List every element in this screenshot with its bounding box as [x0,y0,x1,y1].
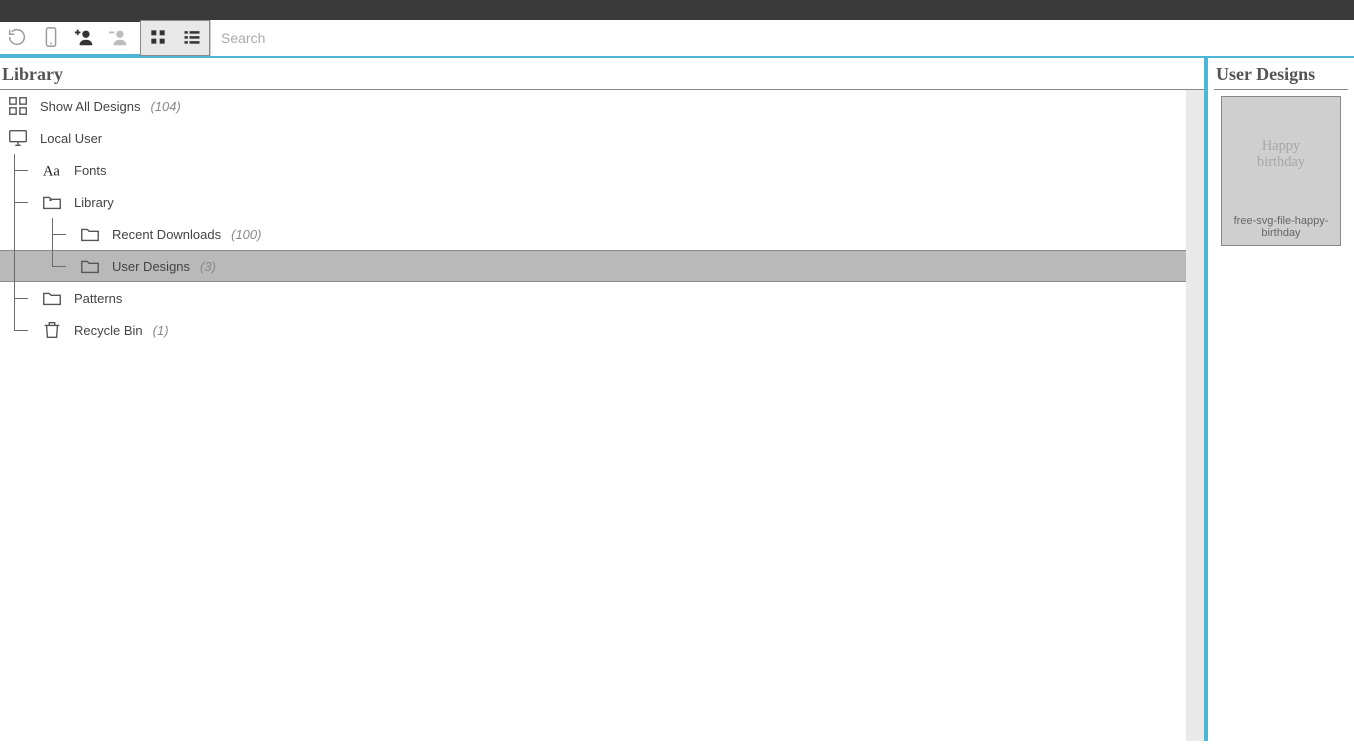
library-panel: Library Show All Designs (104) Local Use… [0,58,1208,741]
folder-open-icon [38,191,66,213]
tree-label: Show All Designs [40,99,140,114]
tree-recent-downloads[interactable]: Recent Downloads (100) [0,218,1204,250]
mobile-icon [40,26,62,51]
show-all-icon [4,95,32,117]
tree-label: Patterns [74,291,122,306]
tree-fonts[interactable]: Aa Fonts [0,154,1204,186]
tree-patterns[interactable]: Patterns [0,282,1204,314]
library-title: Library [0,58,1204,90]
tree-recycle-bin[interactable]: Recycle Bin (1) [0,314,1204,346]
svg-text:Aa: Aa [43,164,61,180]
scrollbar[interactable] [1186,90,1204,741]
trash-icon [38,319,66,341]
search-container [210,20,1354,56]
font-icon: Aa [38,159,66,181]
thumbnail-preview: Happy birthday [1222,97,1340,212]
folder-icon [76,255,104,277]
tree-label: Recent Downloads [112,227,221,242]
refresh-icon [6,26,28,51]
tree-library-folder[interactable]: Library [0,186,1204,218]
designs-title: User Designs [1214,58,1348,90]
computer-icon [4,127,32,149]
tree-count: (104) [150,99,180,114]
add-user-button[interactable] [68,20,102,56]
main-split: Library Show All Designs (104) Local Use… [0,58,1354,741]
tree-count: (3) [200,259,216,274]
library-tree: Show All Designs (104) Local User Aa Fon… [0,90,1204,741]
refresh-button[interactable] [0,20,34,56]
thumbnail-caption: free-svg-file-happy-birthday [1222,212,1340,245]
tree-label: User Designs [112,259,190,274]
folder-icon [76,223,104,245]
tree-label: Recycle Bin [74,323,143,338]
designs-panel: User Designs Happy birthday free-svg-fil… [1204,58,1354,741]
tree-label: Fonts [74,163,107,178]
remove-user-button[interactable] [102,20,136,56]
grid-view-button[interactable] [141,21,175,55]
svg-text:birthday: birthday [1257,154,1306,170]
svg-text:Happy: Happy [1262,138,1301,154]
tree-label: Local User [40,131,102,146]
add-user-icon [74,26,96,51]
folder-icon [38,287,66,309]
device-button[interactable] [34,20,68,56]
remove-user-icon [108,26,130,51]
list-icon [182,27,202,50]
grid-icon [148,27,168,50]
toolbar [0,22,1354,58]
tree-count: (1) [153,323,169,338]
app-titlebar [0,0,1354,22]
tree-local-user[interactable]: Local User [0,122,1204,154]
design-thumbnail[interactable]: Happy birthday free-svg-file-happy-birth… [1221,96,1341,246]
tree-show-all[interactable]: Show All Designs (104) [0,90,1204,122]
list-view-button[interactable] [175,21,209,55]
tree-count: (100) [231,227,261,242]
search-input[interactable] [210,20,1354,56]
tree-label: Library [74,195,114,210]
view-toggle [140,20,210,56]
tree-user-designs[interactable]: User Designs (3) [0,250,1204,282]
